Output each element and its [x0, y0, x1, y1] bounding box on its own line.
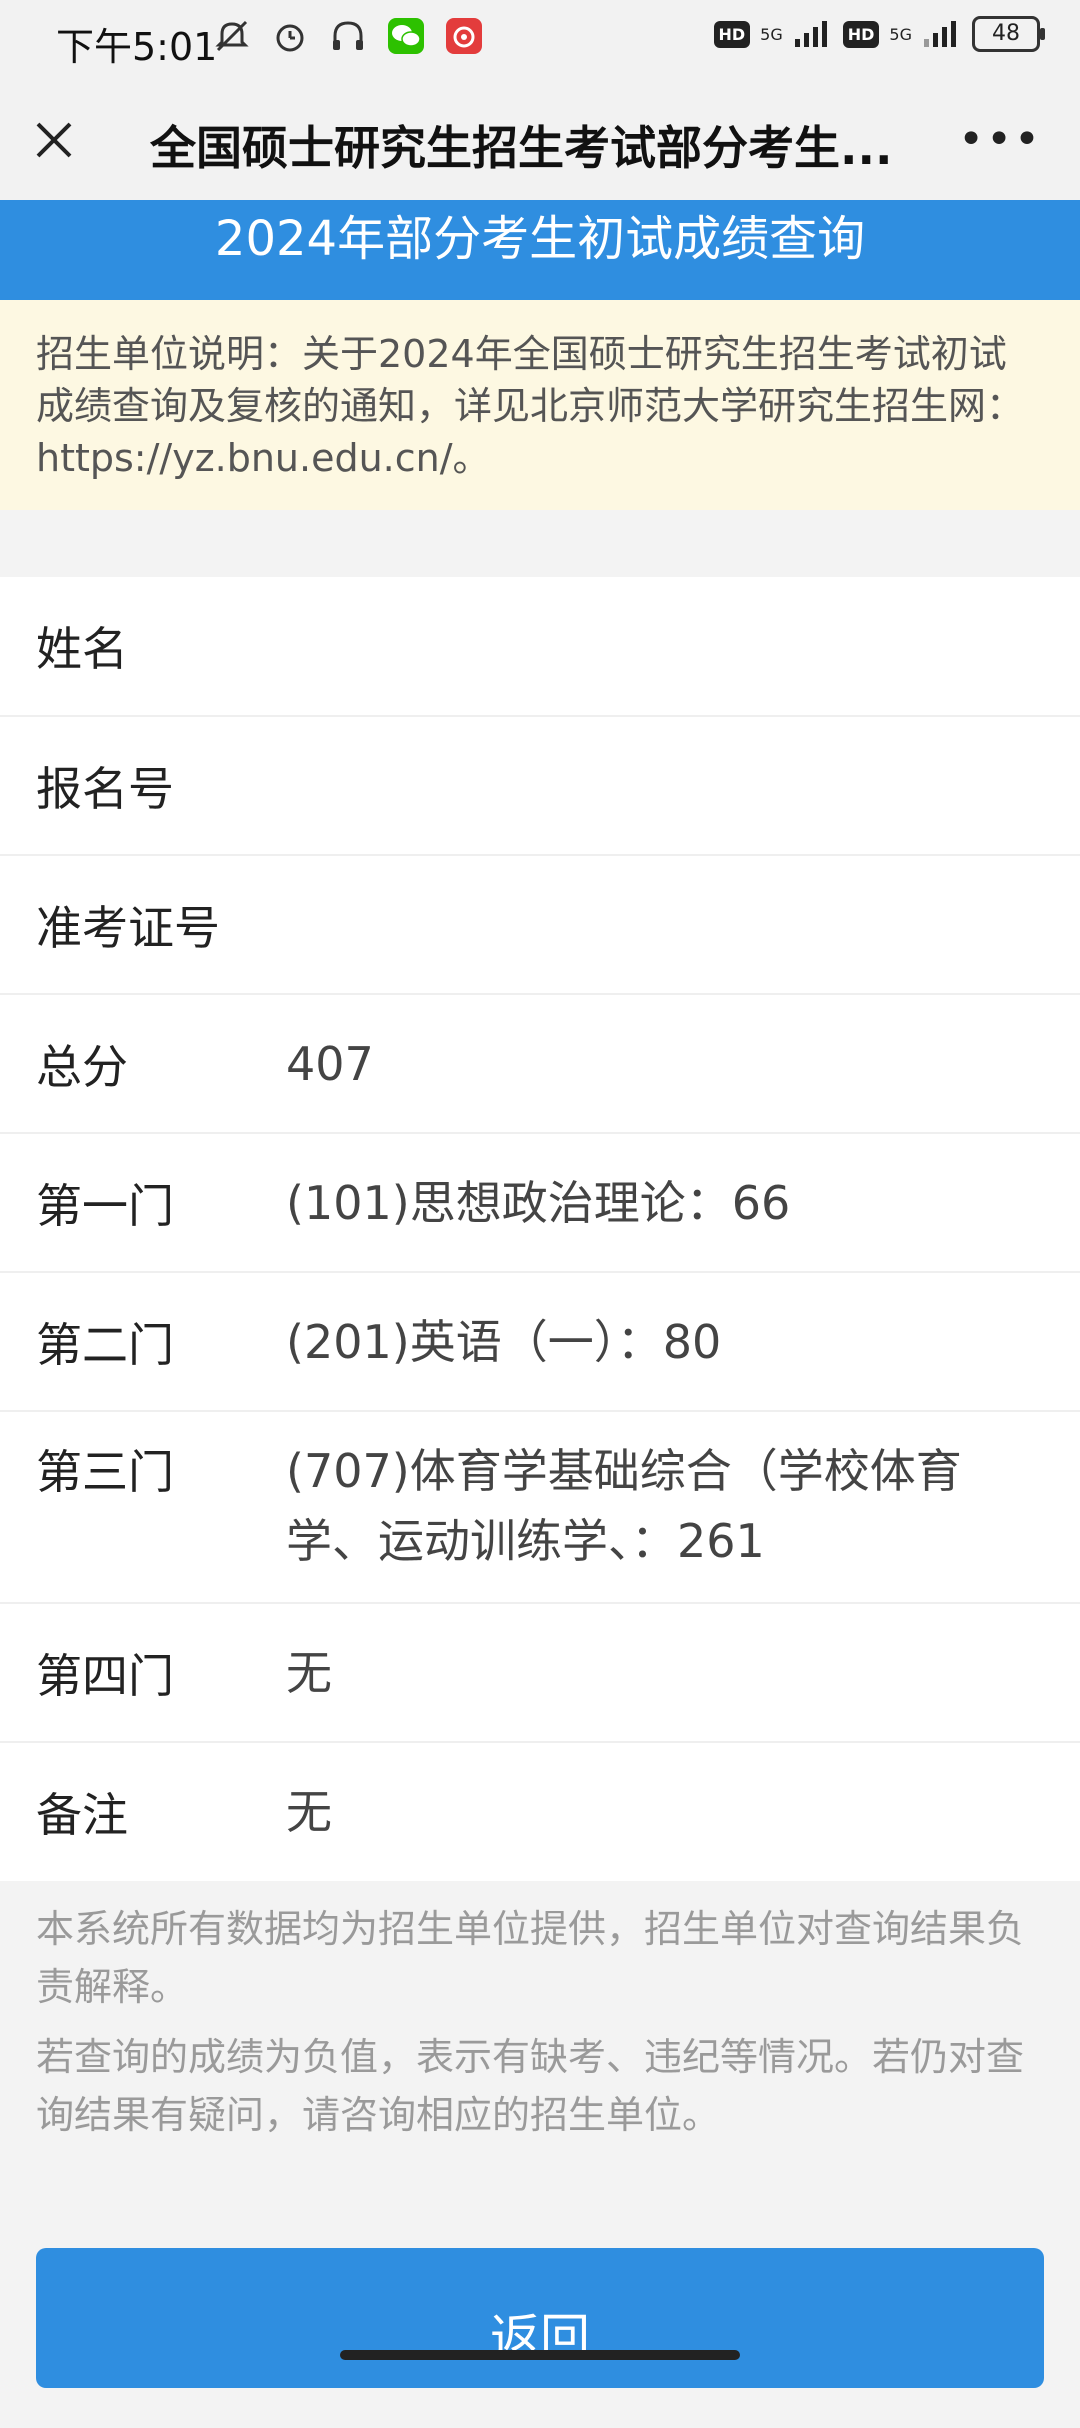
row-value — [286, 717, 1080, 854]
row-label: 第一门 — [36, 1178, 174, 1233]
battery-icon: 48 — [972, 16, 1045, 52]
close-icon[interactable] — [30, 116, 78, 164]
table-row-subject-3: 第三门 (707)体育学基础综合（学校体育学、运动训练学、：261 — [0, 1412, 1080, 1604]
page-title: 全国硕士研究生招生考试部分考生... — [150, 121, 893, 175]
disclaimer: 本系统所有数据均为招生单位提供，招生单位对查询结果负责解释。 若查询的成绩为负值… — [0, 1900, 1080, 2156]
row-label: 第三门 — [36, 1445, 174, 1499]
disclaimer-line-2: 若查询的成绩为负值，表示有缺考、违纪等情况。若仍对查询结果有疑问，请咨询相应的招… — [36, 2035, 1025, 2137]
netease-music-icon — [446, 18, 482, 54]
row-value — [286, 856, 1080, 993]
more-options-icon[interactable]: ••• — [958, 118, 1042, 162]
row-label: 准考证号 — [36, 900, 220, 955]
row-label: 第四门 — [36, 1648, 174, 1703]
status-icons — [212, 16, 484, 56]
headphone-icon — [333, 21, 363, 50]
signal-icon: 5G — [760, 24, 783, 44]
signal-bars-icon — [794, 21, 827, 47]
table-row-remarks: 备注 无 — [0, 1743, 1080, 1881]
hd-badge-2: HD — [842, 20, 880, 48]
table-row-name: 姓名 — [0, 577, 1080, 717]
row-label: 备注 — [36, 1788, 128, 1842]
row-value: 无 — [286, 1645, 332, 1700]
table-row-registration: 报名号 — [0, 717, 1080, 856]
mute-icon — [215, 20, 249, 52]
row-value: (201)英语（一）：80 — [286, 1314, 722, 1369]
table-row-total: 总分 407 — [0, 995, 1080, 1134]
row-value — [286, 577, 1080, 715]
table-row-subject-1: 第一门 (101)思想政治理论：66 — [0, 1134, 1080, 1273]
status-time: 下午5:01 — [56, 25, 218, 69]
row-label: 总分 — [36, 1039, 128, 1094]
nav-bar: 全国硕士研究生招生考试部分考生... ••• — [0, 80, 1080, 200]
alarm-icon — [276, 24, 304, 52]
status-bar: 下午5:01 HD 5G HD 5G 48 — [0, 0, 1080, 80]
row-value: 407 — [286, 1036, 374, 1091]
status-right: HD 5G HD 5G 48 — [713, 16, 1045, 52]
admission-notice: 招生单位说明：关于2024年全国硕士研究生招生考试初试成绩查询及复核的通知，详见… — [0, 300, 1080, 510]
signal-bars-icon-2 — [924, 21, 956, 47]
row-value: 无 — [286, 1785, 332, 1839]
table-row-subject-2: 第二门 (201)英语（一）：80 — [0, 1273, 1080, 1412]
signal-icon-2: 5G — [889, 24, 912, 44]
hd-badge: HD — [713, 20, 751, 48]
row-value: (707)体育学基础综合（学校体育学、运动训练学、：261 — [286, 1444, 962, 1568]
score-table: 姓名 报名号 准考证号 总分 407 第一门 (101)思想政治理论：66 第二… — [0, 577, 1080, 1881]
row-label: 报名号 — [36, 761, 174, 816]
disclaimer-line-1: 本系统所有数据均为招生单位提供，招生单位对查询结果负责解释。 — [36, 1907, 1025, 2009]
home-indicator[interactable] — [340, 2350, 740, 2360]
query-header: 2024年部分考生初试成绩查询 — [0, 200, 1080, 300]
back-button[interactable]: 返回 — [36, 2248, 1044, 2388]
table-row-admission-ticket: 准考证号 — [0, 856, 1080, 995]
row-label: 第二门 — [36, 1317, 174, 1372]
row-label: 姓名 — [36, 622, 128, 676]
table-row-subject-4: 第四门 无 — [0, 1604, 1080, 1743]
row-value: (101)思想政治理论：66 — [286, 1175, 791, 1230]
wechat-icon — [388, 18, 424, 54]
